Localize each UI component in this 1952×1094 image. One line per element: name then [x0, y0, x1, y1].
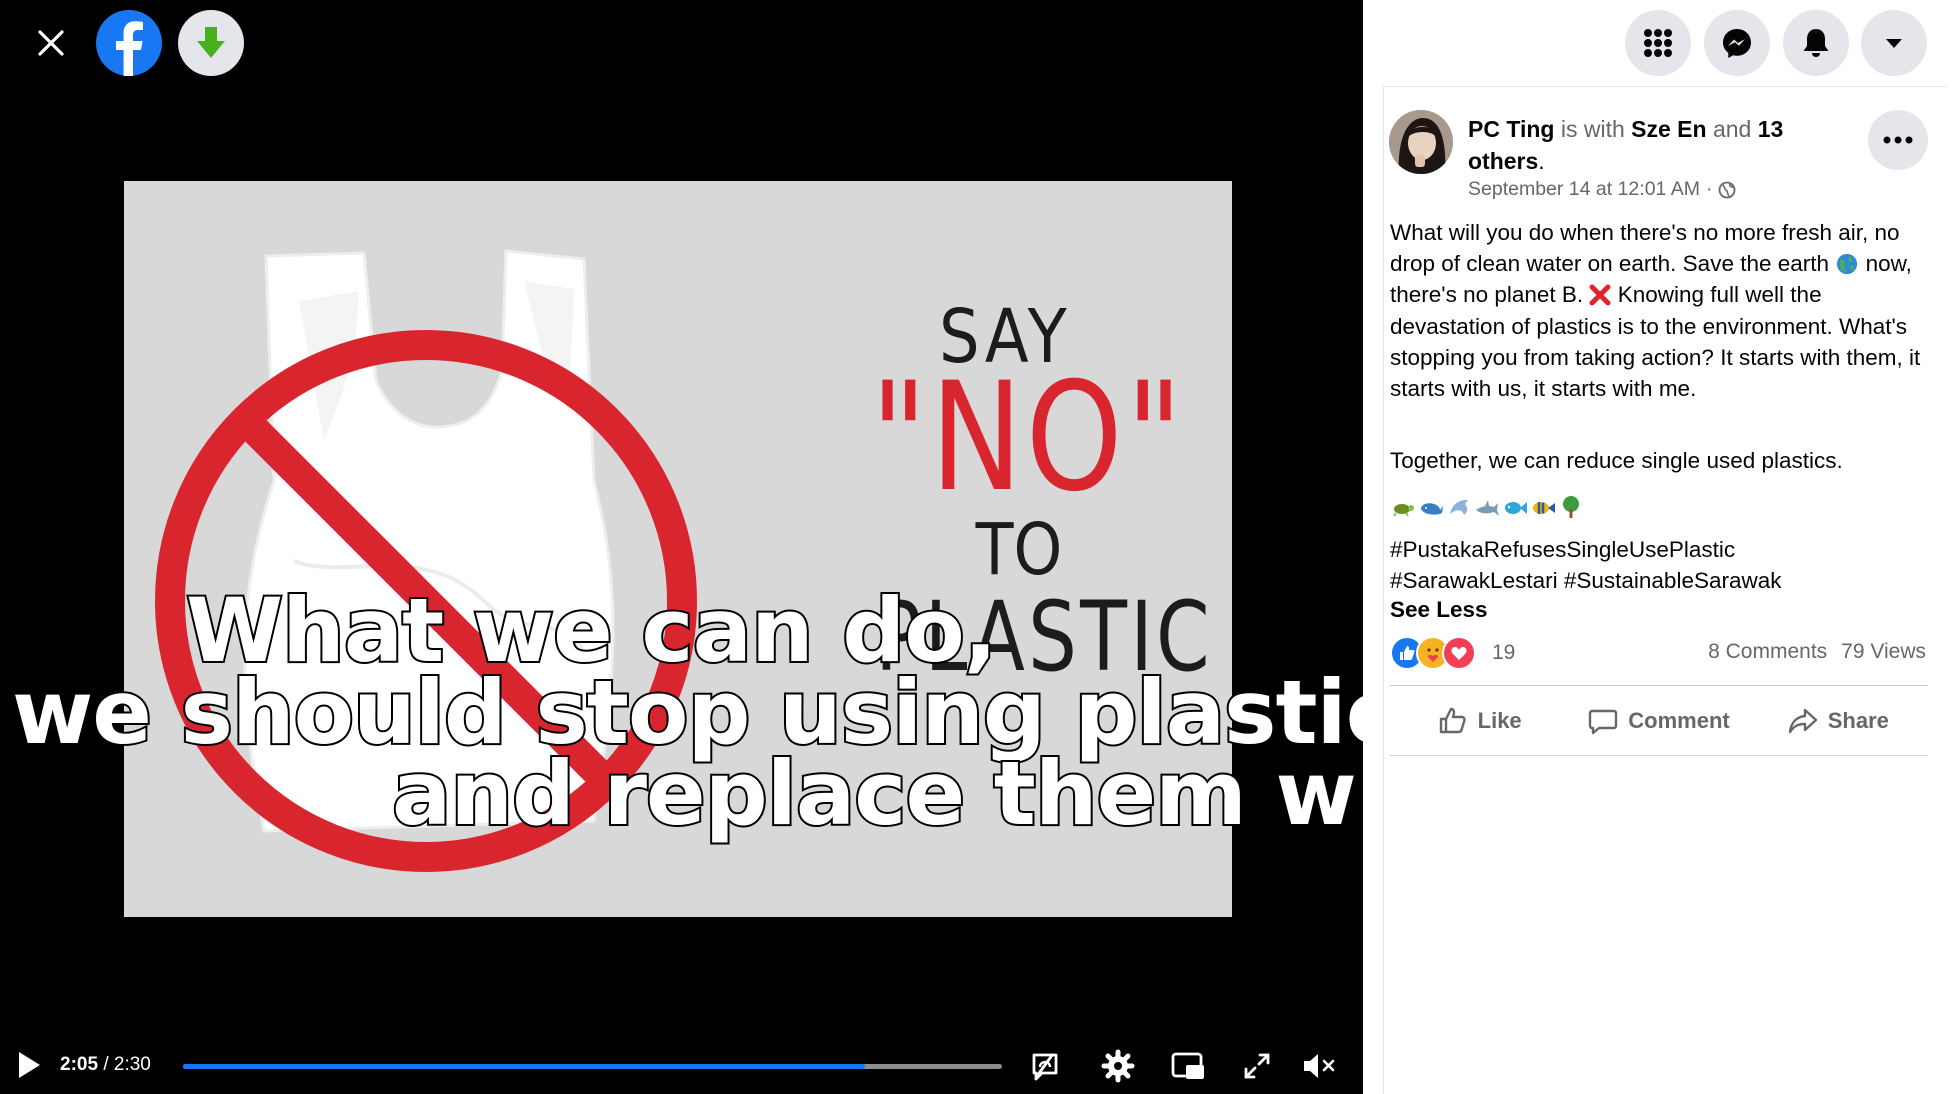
chevron-down-icon [1886, 39, 1902, 48]
total-time: 2:30 [113, 1054, 151, 1075]
hashtags: #PustakaRefusesSingleUsePlastic #Sarawak… [1390, 534, 1930, 596]
download-arrow-icon [197, 27, 225, 58]
hashtag-link[interactable]: #PustakaRefusesSingleUsePlastic [1390, 537, 1735, 562]
share-icon [1788, 708, 1817, 734]
bell-icon [1803, 29, 1829, 57]
post-header-text: PC Ting is with Sze En and 13 others. [1468, 113, 1798, 177]
download-button[interactable] [178, 10, 244, 76]
dolphin-emoji-icon [1446, 494, 1472, 520]
fish-emoji-icon [1502, 494, 1528, 520]
turtle-emoji-icon [1390, 494, 1416, 520]
post-text-part-a: What will you do when there's no more fr… [1390, 220, 1900, 277]
volume-muted-icon [1304, 1054, 1335, 1078]
account-menu-button[interactable] [1861, 10, 1927, 76]
header-divider [1383, 86, 1947, 87]
post-timestamp[interactable]: September 14 at 12:01 AM [1468, 178, 1700, 201]
reactions-summary[interactable]: 19 [1390, 636, 1515, 670]
settings-button[interactable] [1100, 1048, 1136, 1084]
mute-button[interactable] [1301, 1048, 1337, 1084]
more-horizontal-icon [1883, 136, 1913, 144]
hashtag-link[interactable]: #SustainableSarawak [1564, 568, 1782, 593]
actions-divider [1390, 755, 1928, 756]
facebook-icon [96, 10, 162, 76]
messenger-button[interactable] [1704, 10, 1770, 76]
like-button[interactable]: Like [1390, 690, 1569, 752]
author-avatar[interactable] [1389, 110, 1453, 174]
tropical-fish-emoji-icon [1530, 494, 1556, 520]
post-paragraph-2: Together, we can reduce single used plas… [1390, 448, 1843, 473]
captions-button[interactable] [1027, 1048, 1063, 1084]
red-x-emoji-icon [1589, 284, 1611, 306]
author-name[interactable]: PC Ting [1468, 116, 1554, 142]
play-icon [19, 1052, 40, 1078]
menu-button[interactable] [1625, 10, 1691, 76]
thumbs-up-icon [1439, 707, 1466, 734]
stats-divider [1390, 685, 1928, 686]
progress-bar[interactable] [183, 1064, 1002, 1069]
sea-life-emoji-row [1390, 494, 1584, 524]
post-options-button[interactable] [1868, 110, 1928, 170]
reaction-count: 19 [1492, 641, 1516, 664]
fullscreen-icon [1244, 1053, 1270, 1079]
post-paragraph-1: What will you do when there's no more fr… [1390, 217, 1930, 404]
close-icon [38, 30, 64, 56]
notifications-button[interactable] [1783, 10, 1849, 76]
time-display: 2:05 / 2:30 [60, 1054, 151, 1076]
love-reaction-icon [1442, 636, 1476, 670]
picture-in-picture-button[interactable] [1170, 1048, 1206, 1084]
share-button[interactable]: Share [1749, 690, 1928, 752]
play-button[interactable] [14, 1048, 44, 1082]
video-caption-line-3: and replace them with [390, 742, 1363, 845]
shark-emoji-icon [1474, 494, 1500, 520]
comment-button[interactable]: Comment [1569, 690, 1748, 752]
grid-menu-icon [1644, 29, 1672, 57]
see-less-link[interactable]: See Less [1390, 597, 1488, 623]
poster-no-text: "NO" [870, 351, 1186, 525]
globe-earth-emoji-icon [1837, 254, 1858, 275]
and-text: and [1712, 116, 1752, 142]
avatar-image [1389, 110, 1453, 174]
fullscreen-button[interactable] [1239, 1048, 1275, 1084]
like-label: Like [1477, 708, 1522, 733]
globe-icon [1719, 181, 1736, 198]
post-body: What will you do when there's no more fr… [1390, 217, 1930, 404]
with-text: is with [1560, 116, 1625, 142]
post-timestamp-row: September 14 at 12:01 AM · [1468, 178, 1736, 201]
pip-icon [1171, 1052, 1204, 1079]
messenger-icon [1723, 29, 1751, 58]
video-viewer: SAY "NO" TO PLASTIC What we can do, we s… [0, 0, 1363, 1094]
close-button[interactable] [28, 20, 74, 66]
timestamp-separator: · [1705, 178, 1713, 200]
gear-icon [1101, 1049, 1135, 1083]
tagged-user[interactable]: Sze En [1631, 116, 1706, 142]
captions-off-icon [1032, 1053, 1058, 1081]
tree-emoji-icon [1558, 494, 1584, 520]
comment-label: Comment [1628, 708, 1730, 733]
progress-fill [183, 1064, 866, 1069]
current-time: 2:05 [60, 1054, 99, 1075]
whale-emoji-icon [1418, 494, 1444, 520]
video-controls: 2:05 / 2:30 [0, 1040, 1363, 1090]
comment-icon [1589, 709, 1618, 735]
facebook-logo[interactable] [96, 10, 162, 76]
comments-count-link[interactable]: 8 Comments [1708, 640, 1827, 664]
header-period: . [1538, 148, 1545, 174]
post-actions: Like Comment Share [1390, 690, 1928, 752]
panel-divider [1383, 86, 1384, 1094]
views-count: 79 Views [1841, 640, 1926, 663]
hashtag-link[interactable]: #SarawakLestari [1390, 568, 1558, 593]
time-separator: / [103, 1054, 109, 1075]
share-label: Share [1827, 708, 1889, 733]
post-stats: 8 Comments 79 Views [1708, 640, 1926, 664]
